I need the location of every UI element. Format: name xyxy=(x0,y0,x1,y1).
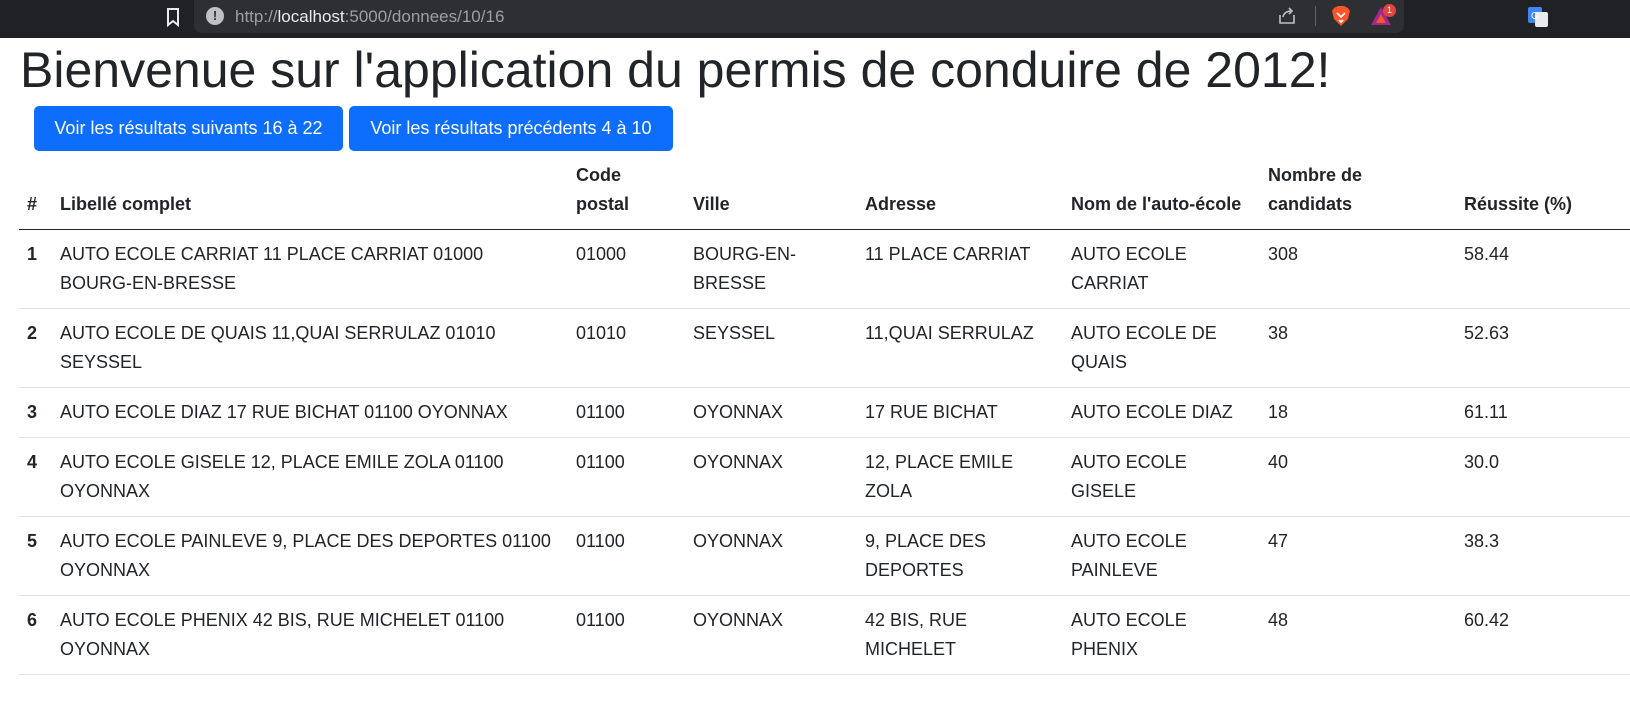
cell-candidates: 18 xyxy=(1268,402,1289,422)
cell-address: 11 PLACE CARRIAT xyxy=(865,244,1031,264)
address-bar[interactable]: ! http://localhost:5000/donnees/10/16 1 xyxy=(194,0,1404,33)
cell-city: BOURG-EN-BRESSE xyxy=(693,244,796,293)
cell-postal-code: 01100 xyxy=(576,452,625,472)
cell-full-label: AUTO ECOLE CARRIAT 11 PLACE CARRIAT 0100… xyxy=(60,244,484,293)
cell-school-name: AUTO ECOLE DE QUAIS xyxy=(1071,323,1217,372)
table-row: 1 AUTO ECOLE CARRIAT 11 PLACE CARRIAT 01… xyxy=(19,230,1630,309)
cell-school-name: AUTO ECOLE DIAZ xyxy=(1071,402,1233,422)
header-index: # xyxy=(27,194,38,214)
cell-candidates: 40 xyxy=(1268,452,1289,472)
svg-text:G: G xyxy=(1531,11,1539,22)
bookmark-icon[interactable] xyxy=(164,6,182,28)
cell-postal-code: 01100 xyxy=(576,610,625,630)
next-results-button[interactable]: Voir les résultats suivants 16 à 22 xyxy=(34,106,343,151)
row-index: 5 xyxy=(27,531,38,551)
header-full-label: Libellé complet xyxy=(60,194,192,214)
cell-success-rate: 60.42 xyxy=(1464,610,1510,630)
table-row: 3 AUTO ECOLE DIAZ 17 RUE BICHAT 01100 OY… xyxy=(19,388,1630,438)
cell-success-rate: 52.63 xyxy=(1464,323,1510,343)
cell-postal-code: 01010 xyxy=(576,323,627,343)
translate-icon[interactable]: G xyxy=(1527,6,1549,28)
row-index: 3 xyxy=(27,402,38,422)
page-title: Bienvenue sur l'application du permis de… xyxy=(20,42,1331,98)
row-index: 4 xyxy=(27,452,38,472)
table-row: 6 AUTO ECOLE PHENIX 42 BIS, RUE MICHELET… xyxy=(19,596,1630,675)
cell-address: 42 BIS, RUE MICHELET xyxy=(865,610,968,659)
cell-full-label: AUTO ECOLE DE QUAIS 11,QUAI SERRULAZ 010… xyxy=(60,323,496,372)
header-city: Ville xyxy=(693,194,730,214)
url-text[interactable]: http://localhost:5000/donnees/10/16 xyxy=(235,6,504,27)
toolbar-separator xyxy=(1315,6,1316,26)
cell-address: 11,QUAI SERRULAZ xyxy=(865,323,1034,343)
header-postal-code: Code postal xyxy=(576,165,630,214)
table-row: 2 AUTO ECOLE DE QUAIS 11,QUAI SERRULAZ 0… xyxy=(19,309,1630,388)
cell-postal-code: 01100 xyxy=(576,402,625,422)
cell-city: OYONNAX xyxy=(693,402,784,422)
cell-candidates: 38 xyxy=(1268,323,1289,343)
url-scheme: http:// xyxy=(235,7,278,26)
url-host: localhost xyxy=(277,7,345,26)
cell-school-name: AUTO ECOLE PAINLEVE xyxy=(1071,531,1187,580)
cell-full-label: AUTO ECOLE DIAZ 17 RUE BICHAT 01100 OYON… xyxy=(60,402,508,422)
cell-city: OYONNAX xyxy=(693,452,784,472)
cell-full-label: AUTO ECOLE PHENIX 42 BIS, RUE MICHELET 0… xyxy=(60,610,505,659)
header-school-name: Nom de l'auto-école xyxy=(1071,194,1242,214)
cell-city: SEYSSEL xyxy=(693,323,776,343)
cell-candidates: 308 xyxy=(1268,244,1299,264)
row-index: 2 xyxy=(27,323,38,343)
browser-toolbar: ! http://localhost:5000/donnees/10/16 1 … xyxy=(0,0,1630,38)
row-index: 6 xyxy=(27,610,38,630)
cell-school-name: AUTO ECOLE PHENIX xyxy=(1071,610,1187,659)
cell-city: OYONNAX xyxy=(693,610,784,630)
header-success-rate: Réussite (%) xyxy=(1464,194,1573,214)
cell-school-name: AUTO ECOLE CARRIAT xyxy=(1071,244,1187,293)
results-table: # Libellé complet Code postal Ville Adre… xyxy=(19,160,1630,675)
header-address: Adresse xyxy=(865,194,937,214)
cell-postal-code: 01100 xyxy=(576,531,625,551)
header-candidates: Nombre de candidats xyxy=(1268,165,1363,214)
site-info-icon[interactable]: ! xyxy=(206,7,224,25)
cell-candidates: 47 xyxy=(1268,531,1289,551)
cell-success-rate: 58.44 xyxy=(1464,244,1510,264)
brave-shields-icon[interactable] xyxy=(1330,5,1352,27)
previous-results-button[interactable]: Voir les résultats précédents 4 à 10 xyxy=(349,106,673,151)
cell-address: 12, PLACE EMILE ZOLA xyxy=(865,452,1014,501)
table-row: 4 AUTO ECOLE GISELE 12, PLACE EMILE ZOLA… xyxy=(19,438,1630,517)
rewards-badge: 1 xyxy=(1383,4,1396,17)
table-header-row: # Libellé complet Code postal Ville Adre… xyxy=(19,160,1630,230)
row-index: 1 xyxy=(27,244,38,264)
cell-candidates: 48 xyxy=(1268,610,1289,630)
cell-success-rate: 38.3 xyxy=(1464,531,1500,551)
cell-address: 9, PLACE DES DEPORTES xyxy=(865,531,987,580)
cell-full-label: AUTO ECOLE PAINLEVE 9, PLACE DES DEPORTE… xyxy=(60,531,551,580)
cell-success-rate: 61.11 xyxy=(1464,402,1508,422)
cell-success-rate: 30.0 xyxy=(1464,452,1500,472)
cell-address: 17 RUE BICHAT xyxy=(865,402,998,422)
table-row: 5 AUTO ECOLE PAINLEVE 9, PLACE DES DEPOR… xyxy=(19,517,1630,596)
cell-school-name: AUTO ECOLE GISELE xyxy=(1071,452,1187,501)
url-path: :5000/donnees/10/16 xyxy=(344,7,505,26)
cell-postal-code: 01000 xyxy=(576,244,627,264)
cell-city: OYONNAX xyxy=(693,531,784,551)
cell-full-label: AUTO ECOLE GISELE 12, PLACE EMILE ZOLA 0… xyxy=(60,452,504,501)
share-icon[interactable] xyxy=(1277,6,1297,26)
